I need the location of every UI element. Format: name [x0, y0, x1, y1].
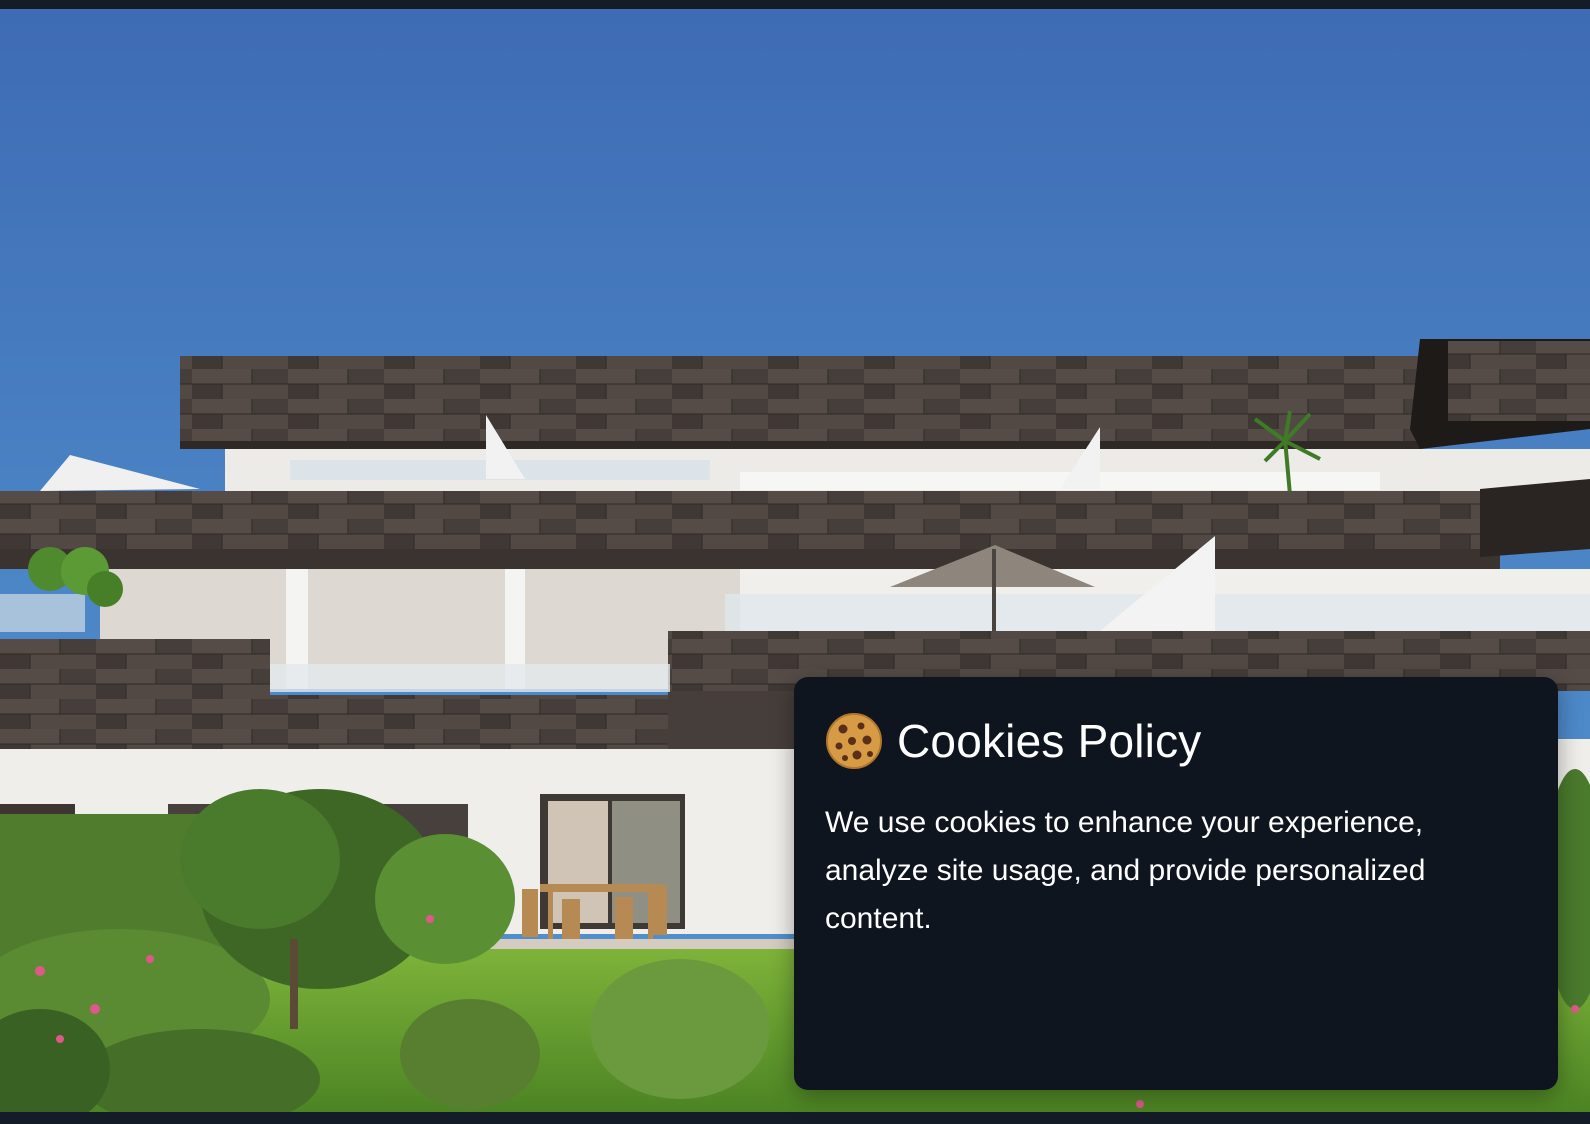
page: Cookies Policy We use cookies to enhance… [0, 0, 1590, 1124]
cookie-title: Cookies Policy [897, 715, 1202, 767]
cookie-icon [825, 712, 883, 770]
cookie-message: We use cookies to enhance your experienc… [825, 806, 1426, 935]
cookie-title-row: Cookies Policy [825, 711, 1528, 771]
cookie-consent-dialog: Cookies Policy We use cookies to enhance… [794, 677, 1558, 1090]
top-bar [0, 0, 1590, 9]
bottom-bar [0, 1112, 1590, 1124]
